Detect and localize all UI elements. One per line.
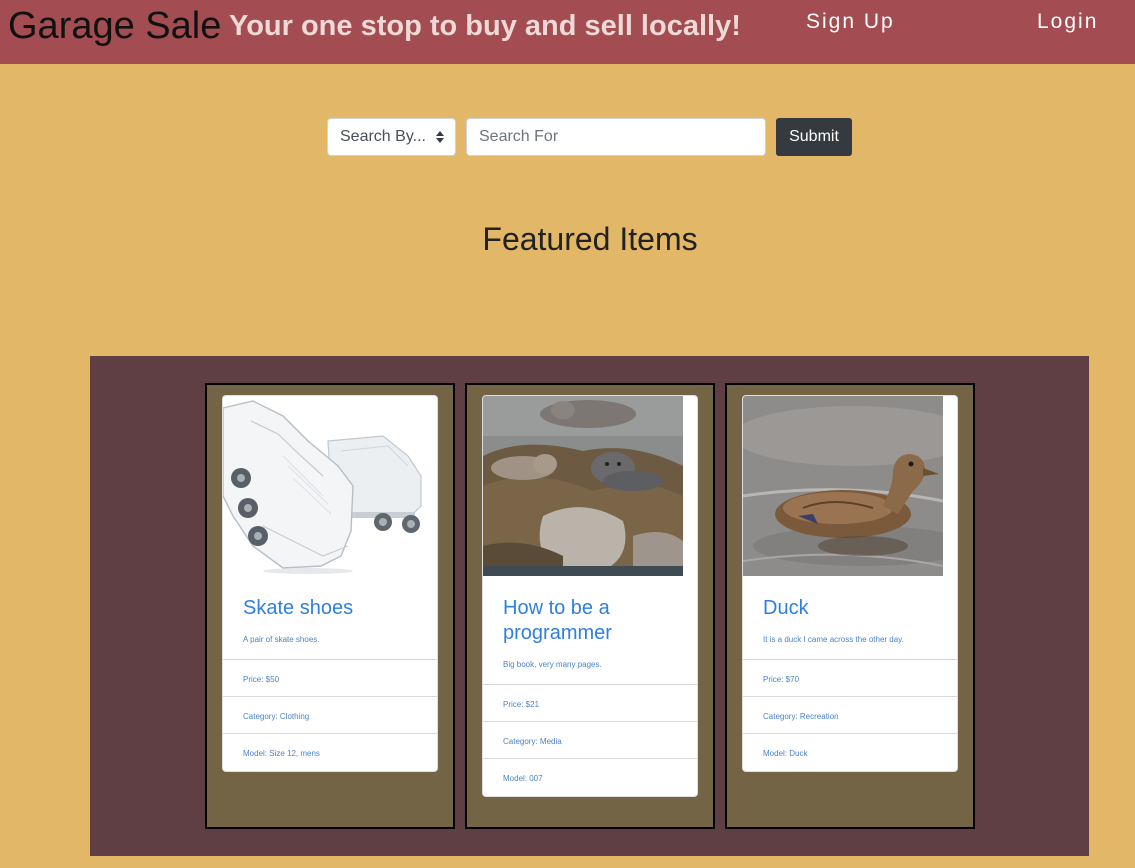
login-link[interactable]: Login — [1037, 8, 1098, 36]
card-slot: Skate shoes A pair of skate shoes. Price… — [205, 383, 455, 829]
navbar: Garage Sale Your one stop to buy and sel… — [0, 0, 1135, 64]
signup-link[interactable]: Sign Up — [806, 8, 895, 36]
item-title-link[interactable]: How to be a programmer — [503, 596, 677, 646]
item-category: Category: Media — [483, 722, 697, 759]
item-title-link[interactable]: Skate shoes — [243, 596, 417, 621]
item-title-link[interactable]: Duck — [763, 596, 937, 621]
item-details-list: Price: $50 Category: Clothing Model: Siz… — [223, 659, 437, 771]
item-model: Model: Size 12, mens — [243, 749, 320, 758]
brand-title[interactable]: Garage Sale — [8, 4, 221, 48]
item-price: Price: $70 — [743, 660, 957, 697]
card-body: Skate shoes A pair of skate shoes. — [223, 576, 437, 659]
item-details-list: Price: $70 Category: Recreation Model: D… — [743, 659, 957, 771]
item-price: Price: $50 — [223, 660, 437, 697]
item-price: Price: $21 — [483, 685, 697, 722]
item-description: A pair of skate shoes. — [243, 635, 320, 644]
duck-image[interactable] — [743, 396, 943, 576]
card-slot: How to be a programmer Big book, very ma… — [465, 383, 715, 829]
item-category: Category: Recreation — [743, 697, 957, 734]
card-slot: Duck It is a duck I came across the othe… — [725, 383, 975, 829]
search-by-select[interactable]: Search By... — [327, 118, 456, 156]
card-body: How to be a programmer Big book, very ma… — [483, 576, 697, 684]
item-card: How to be a programmer Big book, very ma… — [482, 395, 698, 797]
tagline: Your one stop to buy and sell locally! — [229, 10, 741, 42]
seals-image[interactable] — [483, 396, 683, 576]
item-description: It is a duck I came across the other day… — [763, 635, 904, 644]
item-description: Big book, very many pages. — [503, 660, 602, 669]
item-model: Model: 007 — [503, 774, 543, 783]
item-card: Skate shoes A pair of skate shoes. Price… — [222, 395, 438, 772]
item-category: Category: Clothing — [223, 697, 437, 734]
item-details-list: Price: $21 Category: Media Model: 007 — [483, 684, 697, 796]
select-caret-icon — [436, 131, 444, 143]
item-model: Model: Duck — [763, 749, 808, 758]
card-body: Duck It is a duck I came across the othe… — [743, 576, 957, 659]
skate-shoes-image[interactable] — [223, 396, 423, 576]
submit-button[interactable]: Submit — [776, 118, 852, 156]
featured-items-heading: Featured Items — [482, 221, 698, 257]
search-by-select-value: Search By... — [340, 128, 426, 145]
item-card: Duck It is a duck I came across the othe… — [742, 395, 958, 772]
search-input[interactable] — [466, 118, 766, 156]
